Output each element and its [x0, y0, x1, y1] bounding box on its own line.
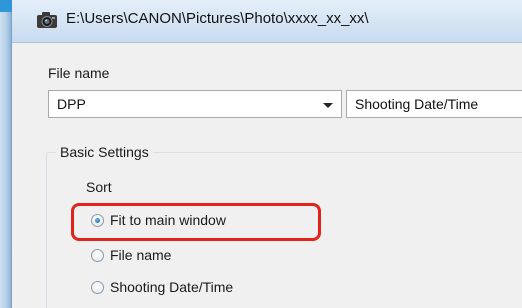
sort-option-label: Shooting Date/Time: [110, 279, 234, 295]
file-name-suffix-value: Shooting Date/Time: [355, 96, 479, 112]
basic-settings-title: Basic Settings: [56, 144, 153, 160]
dialog-content: File name DPP Shooting Date/Time Basic S…: [12, 43, 522, 308]
radio-button[interactable]: [91, 281, 104, 294]
file-name-prefix-dropdown[interactable]: DPP: [48, 90, 342, 118]
highlight-annotation: [71, 203, 321, 241]
file-name-suffix-dropdown[interactable]: Shooting Date/Time: [346, 90, 522, 118]
chevron-down-icon[interactable]: [323, 103, 333, 108]
sort-label: Sort: [86, 179, 112, 195]
rename-dialog: E:\Users\CANON\Pictures\Photo\xxxx_xx_xx…: [12, 0, 522, 308]
window-title: E:\Users\CANON\Pictures\Photo\xxxx_xx_xx…: [66, 10, 369, 27]
sort-option-label: File name: [110, 247, 172, 263]
camera-icon: [36, 10, 58, 30]
window-frame-corner: [0, 0, 12, 12]
title-bar: E:\Users\CANON\Pictures\Photo\xxxx_xx_xx…: [12, 0, 522, 43]
window-frame-left: [0, 0, 12, 308]
file-name-prefix-value: DPP: [57, 96, 86, 112]
screenshot: E:\Users\CANON\Pictures\Photo\xxxx_xx_xx…: [0, 0, 522, 308]
file-name-label: File name: [48, 65, 110, 81]
radio-button[interactable]: [91, 249, 104, 262]
